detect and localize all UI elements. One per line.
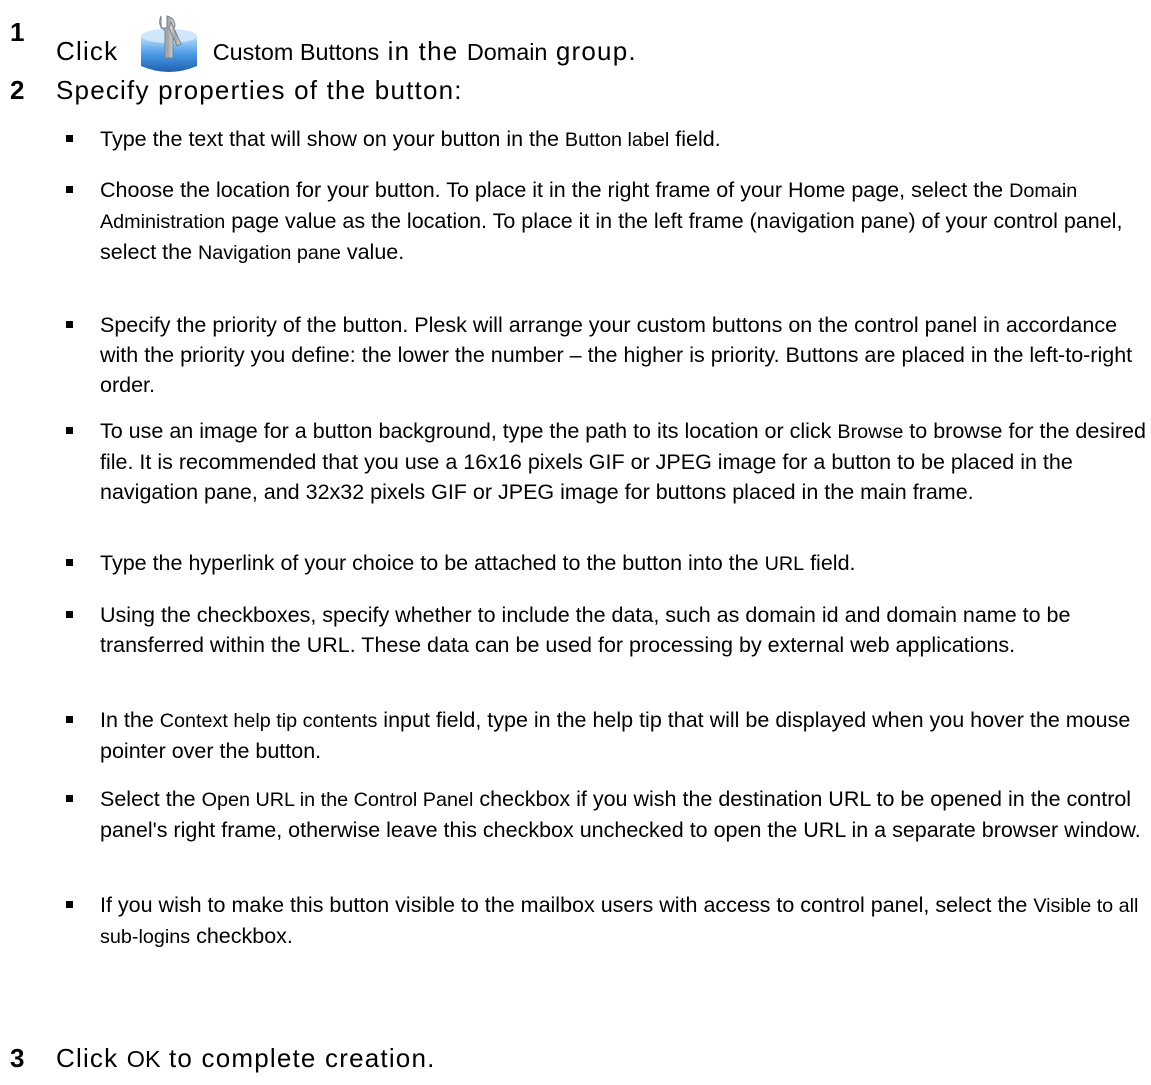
custom-buttons-icon [140, 15, 197, 72]
bullet-marker [66, 559, 73, 566]
bullet-marker [66, 901, 73, 908]
step-number: 3 [10, 1043, 25, 1073]
step-text: Specify properties of the button: [56, 75, 463, 105]
bullet-marker [66, 135, 73, 142]
step-text: Click Custom Buttons in the Domain group… [56, 14, 637, 74]
bullet-marker [66, 321, 73, 328]
bullet-marker [66, 716, 73, 723]
step-number: 2 [10, 75, 25, 105]
step-number: 1 [10, 17, 25, 47]
bullet-marker [66, 186, 73, 193]
step-text: Click OK to complete creation. [56, 1043, 436, 1073]
bullet-marker [66, 795, 73, 802]
bullet-marker [66, 611, 73, 618]
bullet-marker [66, 427, 73, 434]
